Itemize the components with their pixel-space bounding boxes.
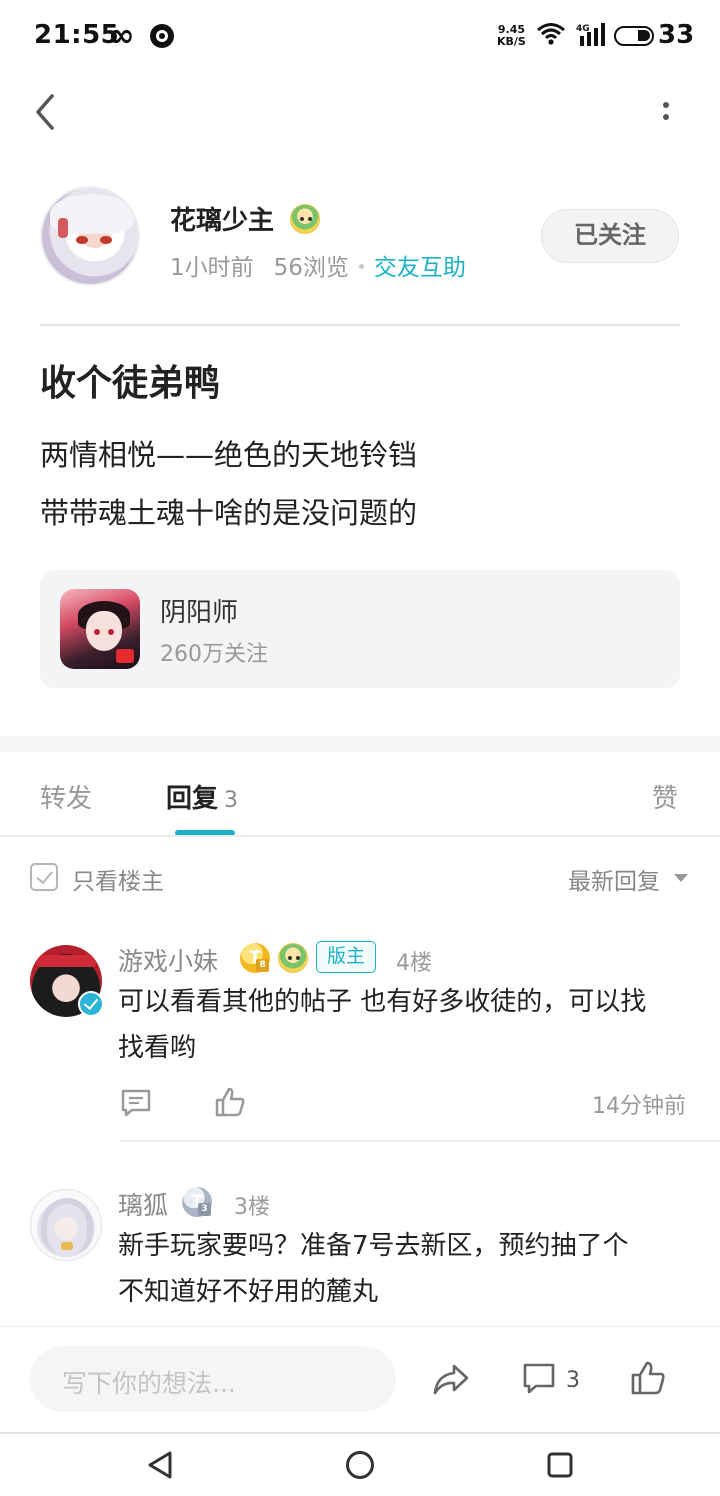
caret-down-icon[interactable]	[674, 874, 688, 882]
network-speed-unit: KB/S	[497, 35, 526, 48]
follow-button[interactable]: 已关注	[541, 209, 679, 263]
status-bar: 21:55 ∞ 9.45 KB/S 4G 33	[0, 0, 720, 72]
chevron-left-icon	[36, 94, 54, 130]
post-body-line: 带带魂土魂十啥的是没问题的	[40, 496, 418, 530]
only-op-label[interactable]: 只看楼主	[72, 862, 164, 896]
only-op-checkbox[interactable]	[30, 863, 58, 891]
comment-input-placeholder[interactable]: 写下你的想法...	[62, 1364, 236, 1400]
separator-dot	[358, 263, 364, 269]
reply-text: 新手玩家要吗？准备7号去新区，预约抽了个	[118, 1231, 629, 1261]
reply-author-name[interactable]: 游戏小妹	[118, 942, 218, 978]
reply-author-name[interactable]: 璃狐	[118, 1186, 168, 1222]
cell-signal-icon: 4G	[576, 23, 605, 46]
post-time: 1小时前	[170, 255, 254, 281]
reply-text: 可以看看其他的帖子 也有好多收徒的，可以找	[118, 987, 647, 1017]
tab-like[interactable]: 赞	[652, 778, 678, 815]
infinity-icon: ∞	[108, 16, 135, 54]
section-gap	[0, 736, 720, 752]
character-badge-icon	[278, 943, 308, 973]
reply-time: 14分钟前	[592, 1094, 686, 1119]
tab-reply-label: 回复	[166, 784, 219, 814]
nav-recents-icon[interactable]	[546, 1451, 574, 1479]
reply-text: 找看哟	[118, 1033, 197, 1063]
verified-icon	[78, 991, 104, 1017]
tab-forward[interactable]: 转发	[40, 778, 92, 815]
game-name: 阴阳师	[160, 598, 239, 628]
more-options-button[interactable]	[650, 90, 682, 134]
network-speed: 9.45 KB/S	[497, 24, 526, 48]
comment-icon[interactable]	[120, 1088, 152, 1118]
more-dots-icon	[663, 102, 669, 108]
divider	[0, 1432, 720, 1434]
more-dots-icon	[663, 114, 669, 120]
sort-dropdown[interactable]: 最新回复	[568, 862, 660, 896]
floor-number: 4楼	[396, 951, 432, 976]
post-meta: 1小时前 56浏览 交友互助	[170, 248, 466, 282]
battery-percent: 33	[658, 20, 695, 50]
game-icon	[60, 589, 140, 669]
level-number: 3	[198, 1203, 211, 1216]
nav-home-icon[interactable]	[344, 1449, 376, 1481]
comment-count: 3	[566, 1368, 580, 1393]
post-title: 收个徒弟鸭	[40, 363, 221, 404]
game-followers: 260万关注	[160, 642, 268, 667]
tab-reply[interactable]: 回复 3	[166, 778, 238, 815]
like-icon[interactable]	[630, 1360, 666, 1396]
divider	[120, 1140, 720, 1142]
back-button[interactable]	[24, 88, 68, 136]
floor-number: 3楼	[234, 1195, 270, 1220]
moderator-badge: 版主	[316, 941, 376, 973]
topic-link[interactable]: 交友互助	[374, 255, 466, 281]
game-card[interactable]: 阴阳师 260万关注	[40, 570, 680, 688]
battery-icon	[614, 26, 654, 46]
divider	[40, 324, 680, 326]
tab-reply-count: 3	[224, 788, 239, 813]
divider	[0, 835, 720, 837]
comment-icon[interactable]	[522, 1362, 556, 1396]
post-body-line: 两情相悦——绝色的天地铃铛	[40, 438, 418, 472]
share-icon[interactable]	[432, 1362, 470, 1396]
reply-text: 不知道好不好用的麓丸	[118, 1277, 379, 1307]
author-avatar[interactable]	[40, 186, 140, 286]
notification-app-icon	[150, 24, 174, 48]
character-badge-icon	[290, 204, 320, 234]
author-name[interactable]: 花璃少主	[170, 200, 274, 237]
nav-back-icon[interactable]	[146, 1450, 174, 1480]
level-number: 8	[256, 959, 269, 972]
status-time: 21:55	[34, 20, 120, 50]
wifi-icon	[537, 23, 565, 45]
reply-avatar[interactable]	[30, 1189, 102, 1261]
like-icon[interactable]	[214, 1086, 246, 1118]
view-count: 56浏览	[273, 255, 349, 281]
